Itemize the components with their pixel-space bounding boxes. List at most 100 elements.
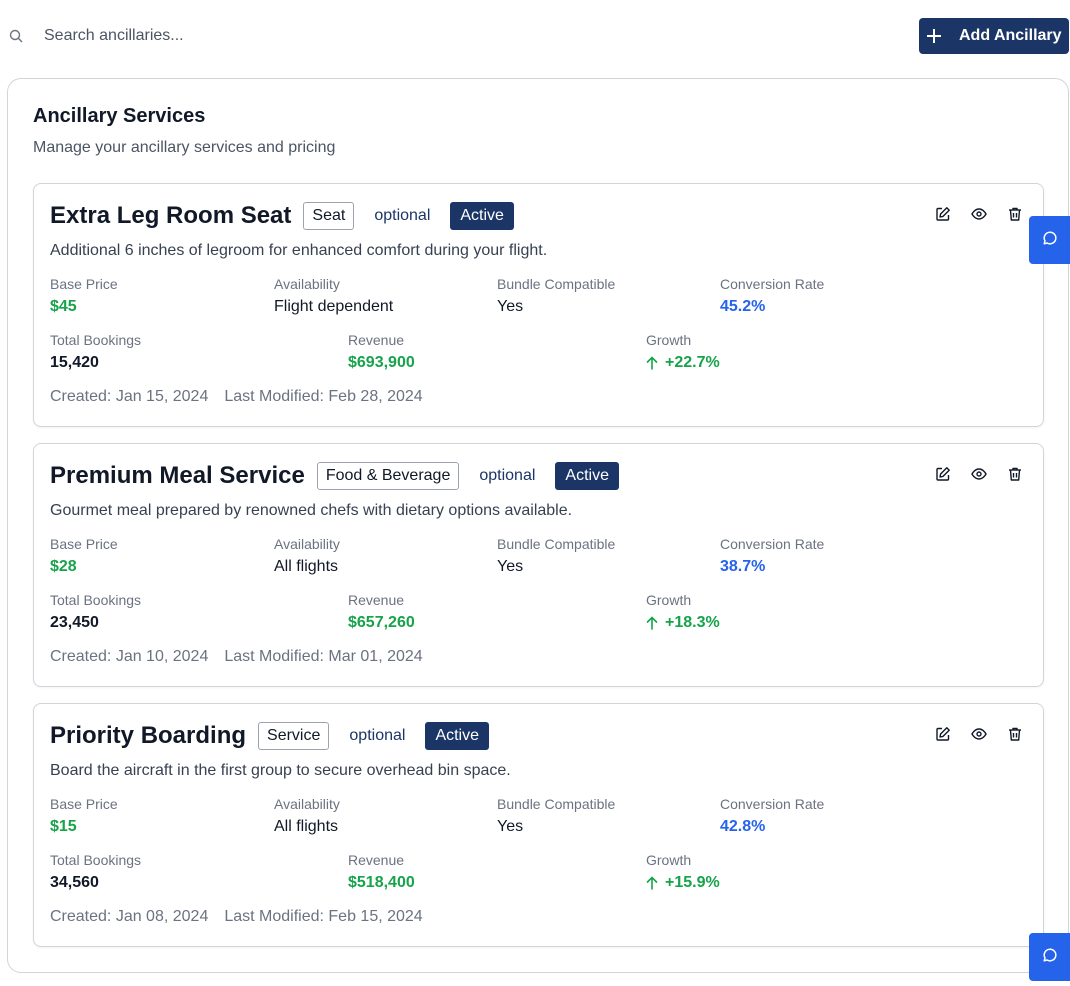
revenue-value: $518,400 <box>348 874 415 891</box>
created-date: Created: Jan 15, 2024 <box>50 388 209 405</box>
growth-value: +15.9% <box>665 874 720 891</box>
chat-button-bottom[interactable] <box>1029 933 1070 981</box>
type-label: optional <box>479 467 536 484</box>
arrow-up-icon <box>646 356 658 370</box>
growth-label: Growth <box>646 592 692 608</box>
growth-row: +22.7% <box>646 353 720 373</box>
availability-value: All flights <box>274 818 339 835</box>
revenue-field: Revenue $657,260 <box>348 592 415 633</box>
growth-field: Growth +18.3% <box>646 592 720 633</box>
service-name: Extra Leg Room Seat <box>50 202 292 229</box>
base-price-field: Base Price $15 <box>50 796 118 837</box>
top-bar: Add Ancillary <box>0 0 1070 72</box>
chat-icon <box>1042 230 1058 251</box>
modified-date: Last Modified: Mar 01, 2024 <box>224 648 423 665</box>
trash-icon[interactable] <box>1007 206 1023 222</box>
bundle-label: Bundle Compatible <box>497 276 616 292</box>
revenue-value: $657,260 <box>348 614 415 631</box>
bookings-field: Total Bookings 15,420 <box>50 332 141 373</box>
category-badge: Food & Beverage <box>316 462 460 490</box>
status-badge: Active <box>425 722 490 750</box>
availability-field: Availability All flights <box>274 536 340 577</box>
card-header: Extra Leg Room Seat Seat optional Active <box>50 200 514 232</box>
revenue-field: Revenue $693,900 <box>348 332 415 373</box>
created-date: Created: Jan 08, 2024 <box>50 908 209 925</box>
base-price-label: Base Price <box>50 796 118 812</box>
type-label: optional <box>374 207 431 224</box>
revenue-label: Revenue <box>348 852 405 868</box>
eye-icon[interactable] <box>971 466 987 482</box>
modified-date: Last Modified: Feb 15, 2024 <box>224 908 423 925</box>
ancillary-card: Premium Meal Service Food & Beverage optio… <box>33 443 1044 687</box>
add-ancillary-label: Add Ancillary <box>959 27 1062 44</box>
category-badge: Seat <box>303 202 355 230</box>
bookings-value: 15,420 <box>50 354 99 371</box>
bundle-value: Yes <box>497 558 524 575</box>
base-price-field: Base Price $45 <box>50 276 118 317</box>
growth-label: Growth <box>646 332 692 348</box>
service-name: Priority Boarding <box>50 722 247 749</box>
bookings-value: 23,450 <box>50 614 99 631</box>
conversion-label: Conversion Rate <box>720 796 825 812</box>
bundle-field: Bundle Compatible Yes <box>497 536 615 577</box>
conversion-value: 42.8% <box>720 818 766 835</box>
conversion-value: 38.7% <box>720 558 766 575</box>
ancillary-services-panel: Ancillary Services Manage your ancillary… <box>7 78 1069 973</box>
growth-row: +15.9% <box>646 873 720 893</box>
status-badge: Active <box>555 462 619 490</box>
availability-label: Availability <box>274 276 340 292</box>
base-price-value: $45 <box>50 298 77 315</box>
conversion-value: 45.2% <box>720 298 766 315</box>
availability-label: Availability <box>274 796 340 812</box>
revenue-label: Revenue <box>348 592 405 608</box>
bundle-value: Yes <box>497 818 524 835</box>
trash-icon[interactable] <box>1007 466 1023 482</box>
base-price-field: Base Price $28 <box>50 536 118 577</box>
card-meta: Created: Jan 15, 2024 Last Modified: Feb … <box>50 388 423 406</box>
conversion-field: Conversion Rate 45.2% <box>720 276 824 317</box>
add-ancillary-button[interactable]: Add Ancillary <box>919 18 1069 54</box>
bundle-value: Yes <box>497 298 524 315</box>
ancillary-card: Priority Boarding Service optional Active Bo… <box>33 703 1044 947</box>
availability-label: Availability <box>274 536 340 552</box>
base-price-label: Base Price <box>50 536 118 552</box>
card-header: Premium Meal Service Food & Beverage optio… <box>50 460 619 492</box>
bundle-label: Bundle Compatible <box>497 796 616 812</box>
revenue-label: Revenue <box>348 332 405 348</box>
availability-value: All flights <box>274 558 339 575</box>
status-badge: Active <box>450 202 514 230</box>
conversion-label: Conversion Rate <box>720 536 825 552</box>
card-actions <box>935 206 1023 222</box>
conversion-label: Conversion Rate <box>720 276 825 292</box>
eye-icon[interactable] <box>971 206 987 222</box>
growth-value: +18.3% <box>665 614 720 631</box>
edit-icon[interactable] <box>935 206 951 222</box>
growth-field: Growth +22.7% <box>646 332 720 373</box>
bookings-label: Total Bookings <box>50 332 142 348</box>
panel-subtitle: Manage your ancillary services and prici… <box>33 139 336 156</box>
bundle-label: Bundle Compatible <box>497 536 616 552</box>
availability-value: Flight dependent <box>274 298 394 315</box>
edit-icon[interactable] <box>935 726 951 742</box>
eye-icon[interactable] <box>971 726 987 742</box>
growth-field: Growth +15.9% <box>646 852 720 893</box>
arrow-up-icon <box>646 876 658 890</box>
search-input[interactable] <box>44 21 384 51</box>
chat-button[interactable] <box>1029 216 1070 264</box>
category-badge: Service <box>258 722 330 750</box>
availability-field: Availability All flights <box>274 796 340 837</box>
growth-label: Growth <box>646 852 692 868</box>
card-actions <box>935 726 1023 742</box>
base-price-label: Base Price <box>50 276 118 292</box>
trash-icon[interactable] <box>1007 726 1023 742</box>
edit-icon[interactable] <box>935 466 951 482</box>
growth-value: +22.7% <box>665 354 720 371</box>
bundle-field: Bundle Compatible Yes <box>497 276 615 317</box>
search-icon <box>6 26 26 46</box>
arrow-up-icon <box>646 616 658 630</box>
revenue-value: $693,900 <box>348 354 415 371</box>
plus-icon <box>927 29 941 43</box>
bookings-field: Total Bookings 34,560 <box>50 852 141 893</box>
bundle-field: Bundle Compatible Yes <box>497 796 615 837</box>
service-description: Board the aircraft in the first group to… <box>50 762 511 779</box>
